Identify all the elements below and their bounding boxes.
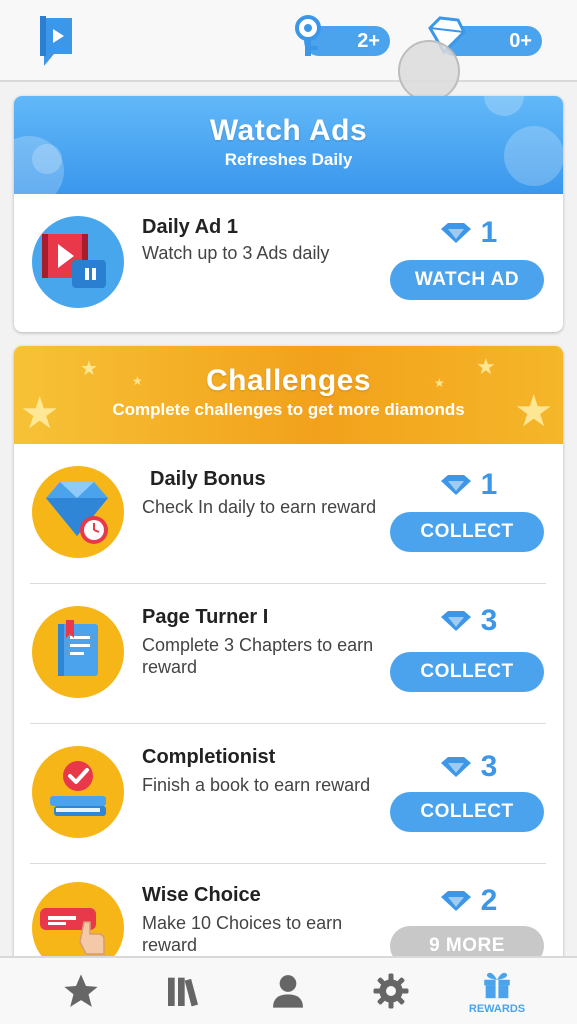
challenges-subtitle: Complete challenges to get more diamonds <box>112 400 465 419</box>
nav-label-rewards: REWARDS <box>468 1003 526 1015</box>
reward-value: 1 <box>480 216 498 249</box>
item-description: Check In daily to earn reward <box>142 497 377 517</box>
reward-amount: 3 <box>418 604 518 638</box>
choice-tap-icon <box>32 882 124 966</box>
star-icon <box>64 974 98 1007</box>
collect-button[interactable]: COLLECT <box>390 652 544 692</box>
top-bar: 2+ 0+ <box>0 0 577 102</box>
reward-amount: 1 <box>418 468 518 502</box>
gift-icon <box>484 972 510 999</box>
item-title: Daily Ad 1 <box>142 216 238 238</box>
challenges-card: ★ ★ ★ ★ ★ ★ Challenges Complete challeng… <box>14 346 563 966</box>
nav-item-favorites[interactable] <box>36 958 126 1024</box>
list-item-daily-bonus: Daily Bonus Check In daily to earn rewar… <box>14 444 563 584</box>
watch-ad-button[interactable]: WATCH AD <box>390 260 544 300</box>
list-item-completionist: Completionist Finish a book to earn rewa… <box>14 724 563 864</box>
item-description: Watch up to 3 Ads daily <box>142 243 330 263</box>
list-item-wise-choice: Wise Choice Make 10 Choices to earn rewa… <box>14 864 563 966</box>
key-icon <box>295 15 321 56</box>
book-check-icon <box>32 746 124 838</box>
reward-amount: 1 <box>418 216 518 250</box>
item-title: Wise Choice <box>142 884 261 906</box>
nav-item-settings[interactable] <box>346 958 436 1024</box>
video-ad-icon <box>32 216 124 308</box>
keys-count: 2+ <box>357 29 380 52</box>
diamond-clock-icon <box>32 466 124 558</box>
challenges-banner: ★ ★ ★ ★ ★ ★ Challenges Complete challeng… <box>14 346 563 444</box>
item-description: Finish a book to earn reward <box>142 775 371 795</box>
reward-value: 1 <box>480 468 498 501</box>
item-description: Make 10 Choices to earn reward <box>142 913 343 955</box>
diamond-icon <box>440 891 471 911</box>
list-item-daily-ad: Daily Ad 1 Watch up to 3 Ads daily 1 WAT… <box>14 194 563 332</box>
item-description: Complete 3 Chapters to earn reward <box>142 635 374 677</box>
collect-button[interactable]: COLLECT <box>390 792 544 832</box>
list-item-page-turner: Page Turner I Complete 3 Chapters to ear… <box>14 584 563 724</box>
item-title: Page Turner I <box>142 606 269 628</box>
nav-item-rewards[interactable]: REWARDS <box>452 958 542 1024</box>
reward-value: 3 <box>480 604 498 637</box>
watch-ads-subtitle: Refreshes Daily <box>224 150 353 169</box>
profile-icon <box>273 975 303 1008</box>
reward-value: 3 <box>480 750 498 783</box>
item-title: Completionist <box>142 746 276 768</box>
reward-amount: 2 <box>418 884 518 918</box>
touch-indicator <box>398 40 460 102</box>
diamond-icon <box>440 475 471 495</box>
collect-button[interactable]: COLLECT <box>390 512 544 552</box>
library-icon <box>168 977 199 1007</box>
reward-value: 2 <box>480 884 498 917</box>
book-icon <box>32 606 124 698</box>
reward-amount: 3 <box>418 750 518 784</box>
item-title: Daily Bonus <box>150 468 266 490</box>
diamonds-count: 0+ <box>509 29 532 52</box>
nav-item-library[interactable] <box>138 958 228 1024</box>
watch-ads-card: Watch Ads Refreshes Daily Daily Ad 1 Wat… <box>14 96 563 332</box>
bottom-navigation: REWARDS <box>0 956 577 1024</box>
gear-icon <box>373 973 409 1009</box>
watch-ads-title: Watch Ads <box>209 114 368 147</box>
diamond-icon <box>440 223 471 243</box>
diamond-icon <box>440 611 471 631</box>
diamond-icon <box>440 757 471 777</box>
app-logo-icon[interactable] <box>36 14 80 70</box>
watch-ads-banner: Watch Ads Refreshes Daily <box>14 96 563 194</box>
nav-item-profile[interactable] <box>243 958 333 1024</box>
